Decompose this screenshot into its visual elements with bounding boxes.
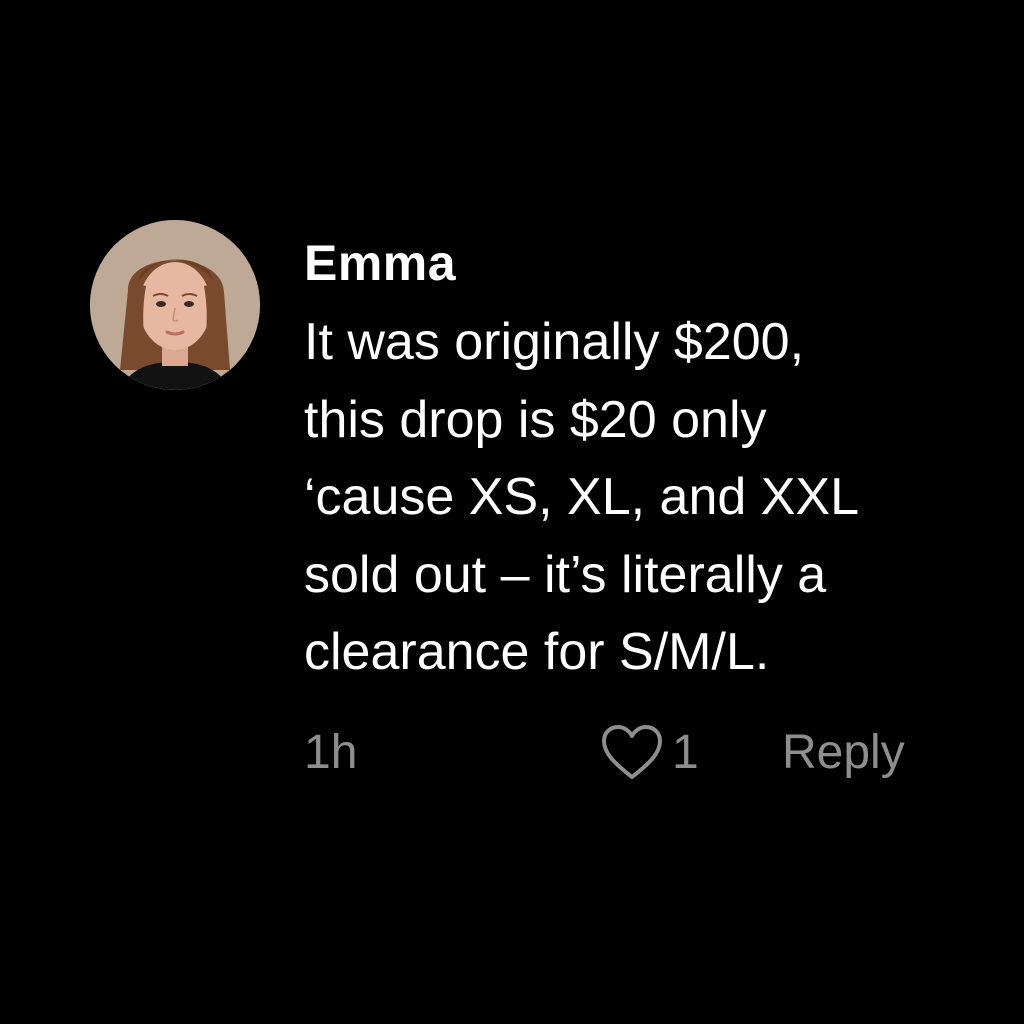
avatar[interactable] — [90, 220, 260, 390]
comment-text-line: clearance for S/M/L. — [304, 623, 770, 681]
comment-meta: 1h 1 Reply — [0, 718, 1024, 788]
avatar-image — [90, 220, 260, 390]
like-count: 1 — [672, 726, 699, 779]
comment-text-line: this drop is $20 only — [304, 390, 767, 449]
comment-text-line: sold out – it’s literally a — [304, 545, 827, 604]
heart-outline-icon — [602, 725, 662, 779]
comment-timestamp: 1h — [304, 726, 358, 779]
comment-text-line: It was originally $200, — [304, 313, 805, 371]
comment-text-line: ‘cause XS, XL, and XXL — [304, 468, 860, 526]
comment: Emma It was originally $200, this drop i… — [0, 0, 1024, 1024]
like-button[interactable]: 1 — [600, 718, 699, 788]
comment-author[interactable]: Emma — [304, 232, 456, 294]
comment-text: It was originally $200, this drop is $20… — [304, 304, 994, 692]
reply-button[interactable]: Reply — [782, 718, 905, 788]
